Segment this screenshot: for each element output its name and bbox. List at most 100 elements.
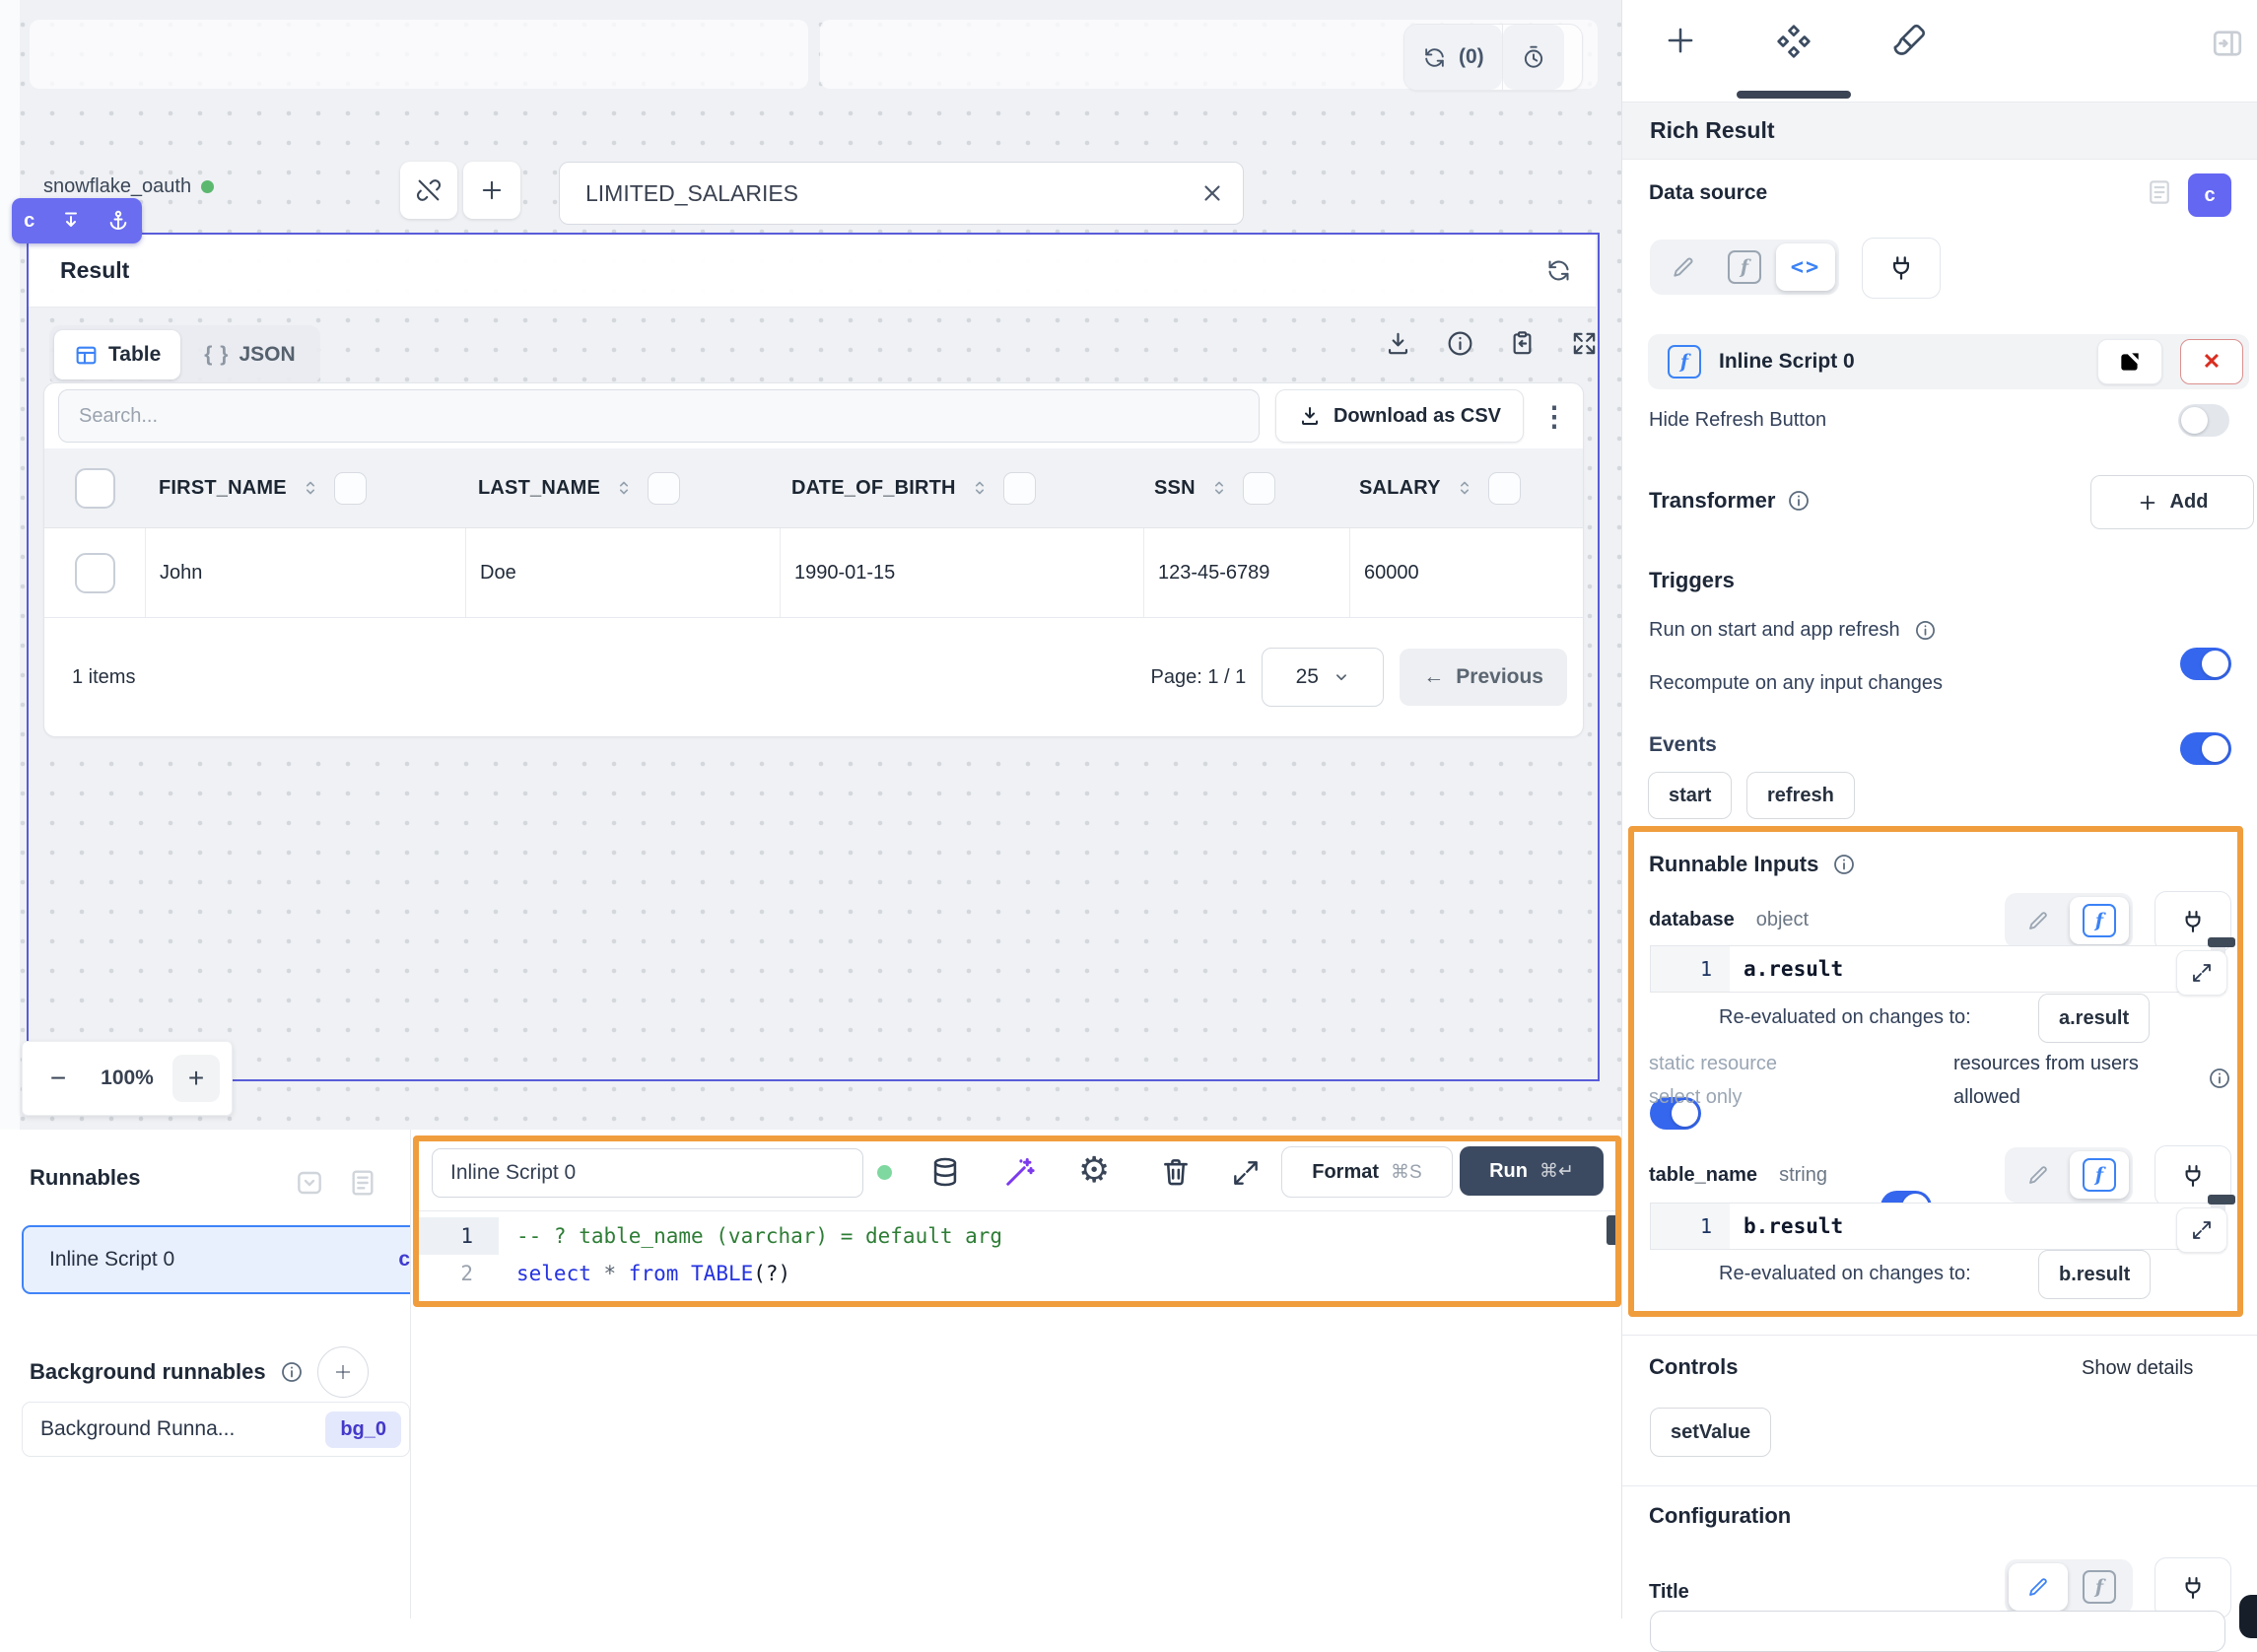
page-size-select[interactable]: 25 (1262, 648, 1384, 707)
editor-scrollbar[interactable] (1607, 1215, 1619, 1245)
gear-icon[interactable]: ⚙ (1078, 1149, 1110, 1191)
static-mode-option[interactable] (2009, 1563, 2068, 1611)
info-icon[interactable] (280, 1360, 304, 1384)
code-line-1[interactable]: 1 -- ? table_name (varchar) = default ar… (416, 1217, 1616, 1255)
info-icon[interactable] (1832, 853, 1856, 876)
format-button[interactable]: Format ⌘S (1281, 1146, 1453, 1198)
remove-source-button[interactable]: ✕ (2180, 339, 2243, 384)
row-checkbox[interactable] (75, 553, 115, 593)
expand-expression-button[interactable] (2176, 1207, 2227, 1253)
info-icon[interactable] (1787, 489, 1811, 513)
move-down-icon[interactable] (59, 209, 83, 233)
fx-mode-option[interactable]: f (1715, 243, 1774, 291)
sort-icon[interactable] (300, 477, 321, 499)
expression[interactable]: a.result (1730, 946, 2211, 992)
expression[interactable]: b.result (1730, 1204, 2211, 1249)
connect-title-button[interactable] (2154, 1557, 2231, 1618)
styles-brush-tab[interactable] (1888, 22, 1928, 61)
runnables-doc-icon[interactable] (347, 1167, 378, 1199)
title-input[interactable] (1650, 1611, 2225, 1652)
search-input[interactable] (77, 404, 1241, 429)
column-header[interactable]: SSN (1140, 448, 1345, 527)
download-csv-button[interactable]: Download as CSV (1275, 389, 1524, 443)
event-chip-refresh[interactable]: refresh (1746, 772, 1855, 819)
mini-editor-scrollbar[interactable] (2208, 1195, 2235, 1205)
column-option-box[interactable] (1243, 472, 1275, 505)
column-header[interactable]: DATE_OF_BIRTH (778, 448, 1140, 527)
sort-icon[interactable] (1208, 477, 1230, 499)
expand-editor-icon[interactable] (1230, 1157, 1262, 1189)
column-option-box[interactable] (334, 472, 367, 505)
reeval-table-name-target-chip[interactable]: b.result (2038, 1250, 2151, 1299)
column-option-box[interactable] (1003, 472, 1036, 505)
info-icon[interactable] (1914, 619, 1937, 642)
refresh-count-button[interactable]: (0) (1404, 25, 1502, 90)
maximize-icon[interactable] (1570, 329, 1599, 358)
components-tab[interactable] (1774, 22, 1813, 61)
zoom-in-button[interactable]: + (172, 1055, 220, 1102)
code-mode-option[interactable]: <> (1776, 243, 1835, 291)
clipboard-copy-icon[interactable] (1508, 329, 1537, 358)
show-details-link[interactable]: Show details (2082, 1357, 2193, 1380)
recompute-toggle[interactable] (2180, 732, 2231, 765)
add-component-tab[interactable] (1662, 22, 1699, 59)
database-expression-editor[interactable]: 1 a.result (1650, 945, 2225, 993)
trash-icon[interactable] (1159, 1155, 1193, 1189)
tab-json[interactable]: { } JSON (184, 330, 314, 379)
anchor-icon[interactable] (106, 209, 130, 233)
floating-widget-corner[interactable] (2239, 1595, 2257, 1638)
previous-page-button[interactable]: ← Previous (1400, 649, 1567, 706)
history-button[interactable] (1503, 25, 1564, 90)
fx-mode-option[interactable]: f (2070, 1151, 2129, 1199)
static-mode-option[interactable] (1654, 243, 1713, 291)
database-icon[interactable] (928, 1155, 962, 1189)
sort-icon[interactable] (613, 477, 635, 499)
connect-source-button[interactable] (1862, 238, 1941, 299)
background-runnable-item[interactable]: Background Runna... bg_0 (22, 1402, 410, 1457)
result-refresh-icon[interactable] (1545, 257, 1572, 284)
run-button[interactable]: Run ⌘↵ (1460, 1146, 1604, 1196)
hide-refresh-toggle[interactable] (2178, 404, 2229, 437)
column-header[interactable]: LAST_NAME (464, 448, 778, 527)
tab-table[interactable]: Table (54, 330, 180, 379)
column-option-box[interactable] (648, 472, 680, 505)
sort-icon[interactable] (1454, 477, 1475, 499)
add-input-button[interactable] (463, 162, 520, 219)
select-all-checkbox[interactable] (75, 468, 115, 509)
unlink-button[interactable] (400, 162, 457, 219)
info-icon[interactable] (1446, 329, 1474, 358)
column-header[interactable]: SALARY (1345, 448, 1583, 527)
data-source-chip[interactable]: f Inline Script 0 ✕ (1648, 334, 2249, 389)
column-option-box[interactable] (1488, 472, 1521, 505)
doc-icon[interactable] (2145, 177, 2174, 207)
reeval-database-target-chip[interactable]: a.result (2038, 994, 2150, 1043)
event-chip-start[interactable]: start (1648, 772, 1732, 819)
download-icon[interactable] (1384, 329, 1412, 358)
table-row[interactable]: John Doe 1990-01-15 123-45-6789 60000 (44, 528, 1583, 618)
control-chip-setvalue[interactable]: setValue (1650, 1408, 1771, 1457)
sort-icon[interactable] (969, 477, 991, 499)
fx-mode-option[interactable]: f (2070, 1563, 2129, 1611)
expand-expression-button[interactable] (2176, 950, 2227, 996)
collapse-runnables-icon[interactable] (294, 1167, 325, 1199)
static-mode-option[interactable] (2009, 897, 2068, 944)
collapse-panel-icon[interactable] (2210, 26, 2245, 61)
zoom-out-button[interactable]: − (34, 1055, 82, 1102)
clear-input-icon[interactable] (1199, 180, 1225, 206)
add-transformer-button[interactable]: Add (2090, 475, 2254, 529)
table-menu-button[interactable]: ⋮ (1539, 400, 1569, 433)
runnable-item-inline-script-0[interactable]: Inline Script 0 c (22, 1225, 438, 1294)
component-action-pill[interactable]: c (12, 198, 142, 243)
ai-wand-icon[interactable] (1001, 1155, 1037, 1191)
table-name-input[interactable] (583, 179, 1199, 208)
add-background-runnable-button[interactable] (317, 1346, 369, 1398)
table-name-expression-editor[interactable]: 1 b.result (1650, 1203, 2225, 1250)
run-on-start-toggle[interactable] (2180, 648, 2231, 680)
column-header[interactable]: FIRST_NAME (145, 448, 464, 527)
code-line-2[interactable]: 2 select * from TABLE(?) (416, 1255, 1616, 1292)
mini-editor-scrollbar[interactable] (2208, 937, 2235, 947)
script-name-input[interactable] (448, 1160, 847, 1186)
open-script-button[interactable] (2097, 339, 2162, 384)
info-icon[interactable] (2208, 1067, 2231, 1090)
static-mode-option[interactable] (2009, 1151, 2068, 1199)
